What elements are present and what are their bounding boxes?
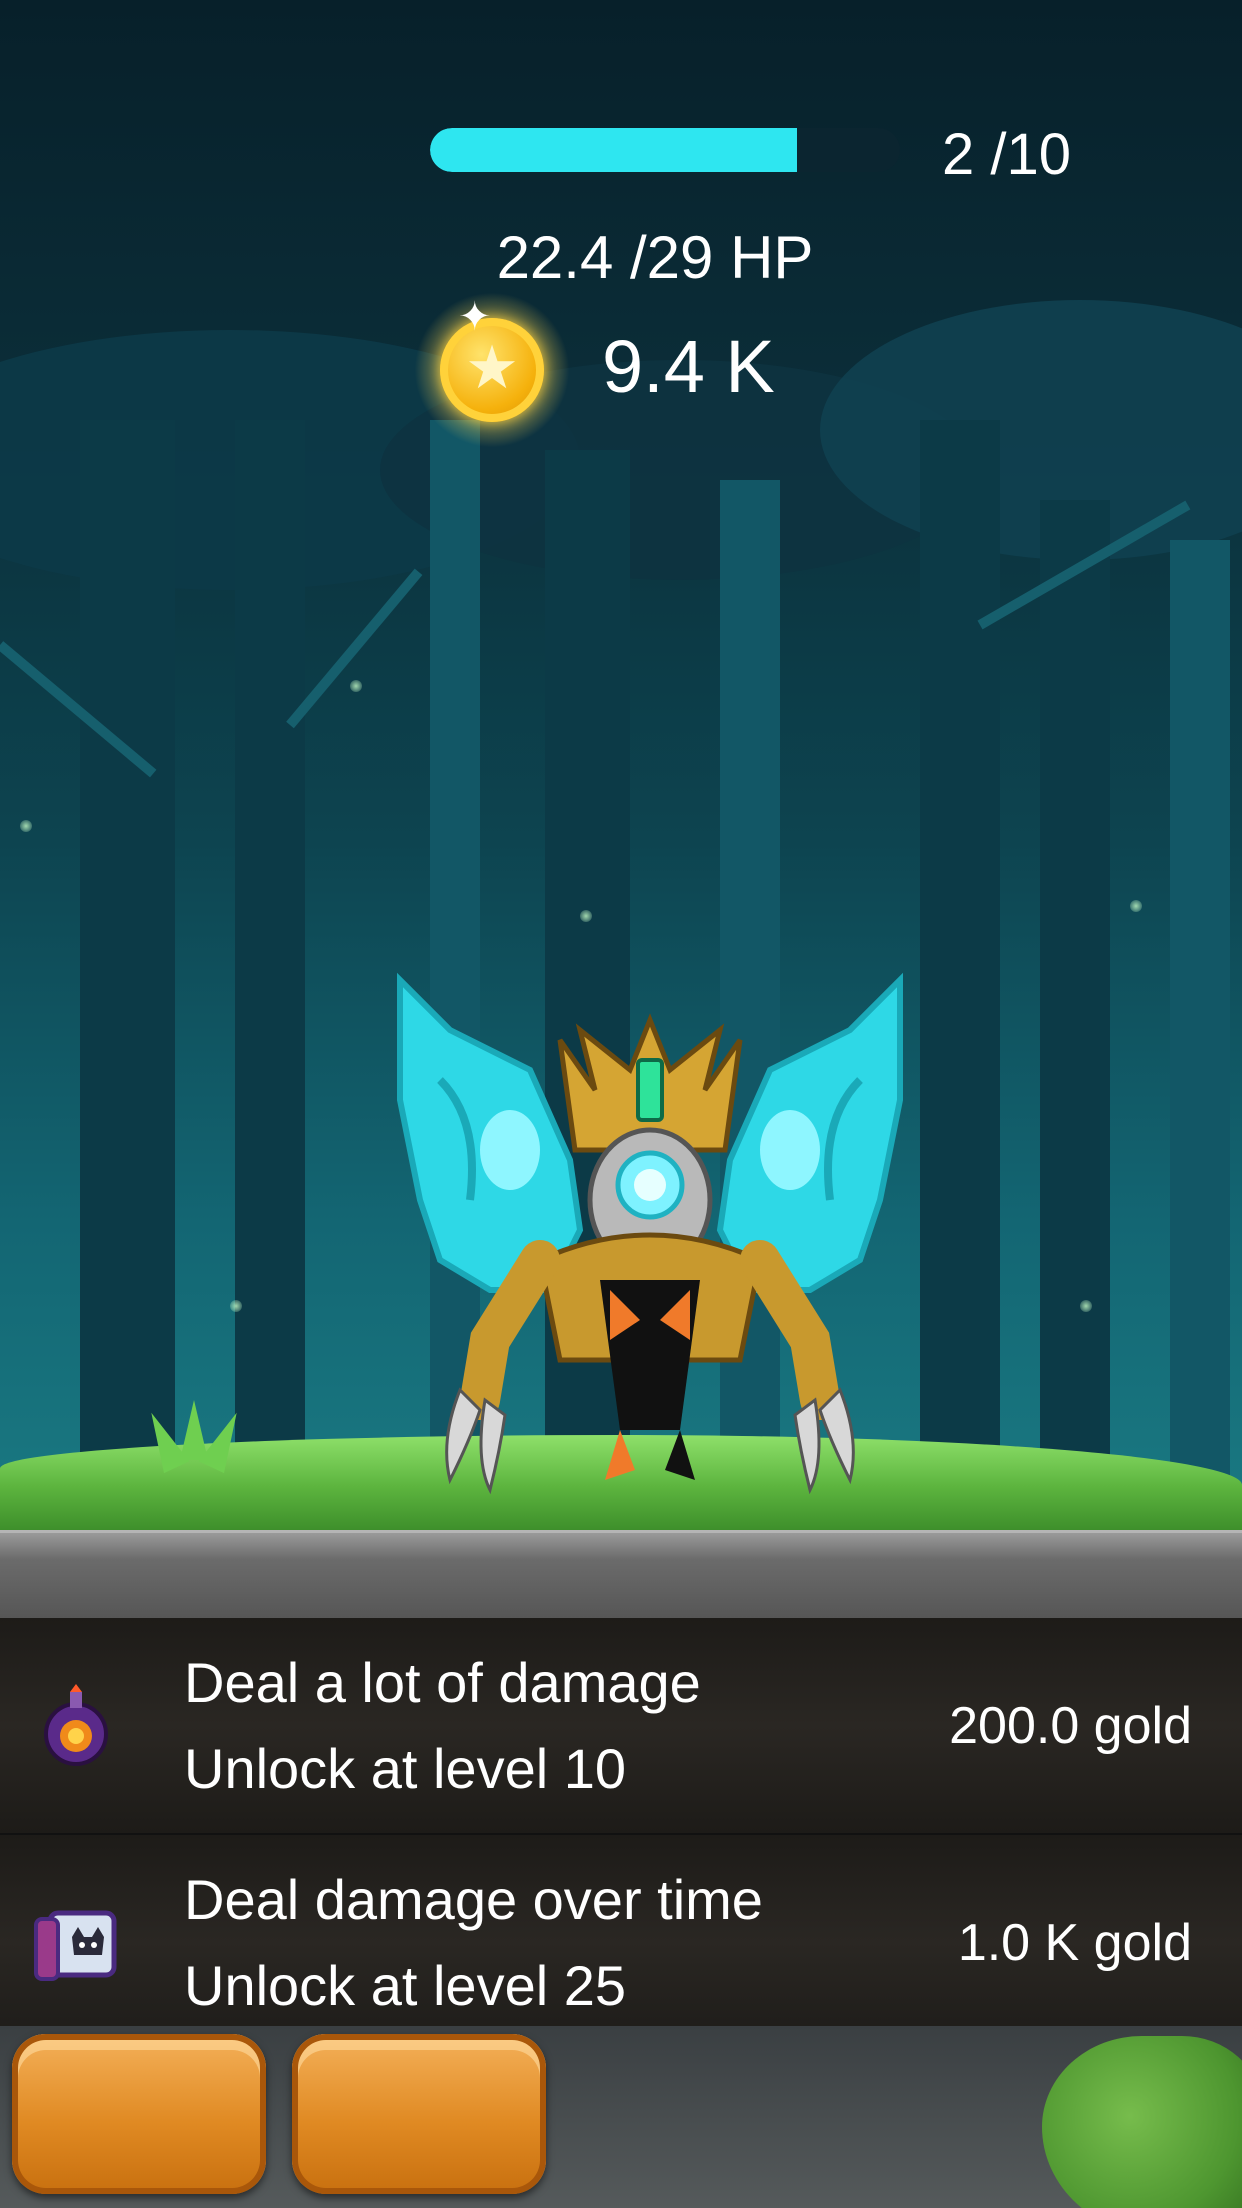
tree-trunk: [920, 420, 1000, 1530]
panel-divider-bar: [0, 1530, 1242, 1621]
upgrade-cost: 1.0 K gold: [957, 1913, 1192, 1972]
upgrade-cost: 200.0 gold: [949, 1696, 1192, 1755]
tree-trunk: [1040, 500, 1110, 1530]
firefly: [350, 680, 362, 692]
firefly: [580, 910, 592, 922]
decorative-leaves: [1042, 2036, 1242, 2208]
footer-button-2[interactable]: [292, 2034, 546, 2194]
tree-trunk: [235, 420, 305, 1530]
upgrade-list: Deal a lot of damage Unlock at level 10 …: [0, 1618, 1242, 2052]
tree-trunk: [80, 420, 175, 1530]
cat-scroll-spellbook-icon: [34, 1910, 117, 1981]
winged-armored-boss-creature[interactable]: [380, 960, 920, 1520]
firefly: [1080, 1300, 1092, 1312]
firefly: [20, 820, 32, 832]
footer-button-1[interactable]: [12, 2034, 266, 2194]
upgrade-title: Deal a lot of damage: [184, 1651, 701, 1714]
enemy-hp-label: 22.4 /29 HP: [496, 224, 814, 291]
fire-bomb-potion-icon: [44, 1683, 108, 1766]
stage-progress-fill: [430, 128, 797, 172]
upgrade-row-big-damage[interactable]: Deal a lot of damage Unlock at level 10 …: [0, 1618, 1242, 1835]
upgrade-row-damage-over-time[interactable]: Deal damage over time Unlock at level 25…: [0, 1835, 1242, 2052]
gold-amount: 9.4 K: [602, 325, 775, 408]
tree-branch: [286, 568, 423, 729]
tree-trunk: [1170, 540, 1230, 1530]
gold-coin-star-icon: ★ ✦: [414, 292, 570, 448]
firefly: [1130, 900, 1142, 912]
firefly: [230, 1300, 242, 1312]
upgrade-unlock-text: Unlock at level 10: [184, 1737, 627, 1800]
upgrade-title: Deal damage over time: [184, 1868, 763, 1931]
stage-progress-bar: [430, 128, 900, 172]
game-scene[interactable]: 2 /10 22.4 /29 HP ★ ✦ 9.4 K: [0, 0, 1242, 1530]
stage-progress-label: 2 /10: [942, 122, 1071, 187]
upgrade-unlock-text: Unlock at level 25: [184, 1954, 627, 2017]
